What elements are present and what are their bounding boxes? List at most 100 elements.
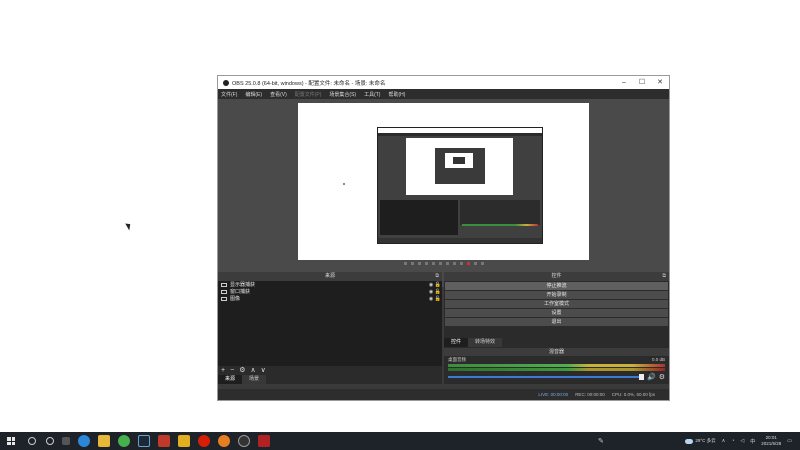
undock-icon[interactable]: ⧉ xyxy=(435,272,439,281)
gear-icon[interactable]: ⚙ xyxy=(659,373,665,381)
nested-menubar xyxy=(378,133,542,136)
obs-taskbar-icon[interactable] xyxy=(238,435,250,447)
notification-icon[interactable]: ▭ xyxy=(787,438,792,444)
add-source-button[interactable]: + xyxy=(221,367,225,374)
tab-sources[interactable]: 来源 xyxy=(218,375,243,384)
preview-canvas[interactable] xyxy=(298,103,589,260)
slider-knob[interactable] xyxy=(639,374,644,380)
nested-capture-image xyxy=(377,127,543,244)
close-button[interactable]: ✕ xyxy=(651,76,669,89)
ctrl-icon[interactable] xyxy=(410,262,414,265)
start-recording-button[interactable]: 开始录制 xyxy=(445,291,668,299)
lock-icon[interactable]: 🔓 xyxy=(434,289,442,295)
nested-inner-window xyxy=(453,157,465,164)
list-item[interactable]: 图像 ◉ 🔓 xyxy=(218,295,442,302)
network-icon[interactable]: ◔ xyxy=(731,438,734,444)
obs-window: OBS 25.0.8 (64-bit, windows) - 配置文件: 未命名… xyxy=(217,75,670,401)
app-darkred-icon[interactable] xyxy=(258,435,270,447)
stop-streaming-button[interactable]: 停止推流 xyxy=(445,282,668,290)
move-down-button[interactable]: ∨ xyxy=(261,366,266,374)
undock-icon[interactable]: ⧉ xyxy=(662,272,666,281)
ctrl-icon[interactable] xyxy=(403,262,407,265)
netease-music-icon[interactable] xyxy=(198,435,210,447)
start-button[interactable] xyxy=(4,434,18,448)
nested-controls-panel xyxy=(460,200,540,225)
ctrl-icon[interactable] xyxy=(431,262,435,265)
menu-file[interactable]: 文件(F) xyxy=(221,91,237,98)
move-up-button[interactable]: ∧ xyxy=(250,366,255,374)
cortana-icon[interactable] xyxy=(46,437,54,445)
menu-edit[interactable]: 编辑(E) xyxy=(245,91,262,98)
weather-text: 29°C 多云 xyxy=(695,438,716,443)
audio-mixer: 桌面音频 0.0 dB 🔊 ⚙ xyxy=(444,356,669,384)
lock-icon[interactable]: 🔓 xyxy=(434,282,442,288)
ctrl-icon[interactable] xyxy=(452,262,456,265)
ime-icon[interactable]: 中 xyxy=(750,438,755,445)
controls-buttons: 停止推流 开始录制 工作室模式 设置 退出 xyxy=(445,282,668,327)
ctrl-icon[interactable] xyxy=(480,262,484,265)
controls-tabs: 控件 转场特效 xyxy=(444,338,503,347)
nested-statusbar xyxy=(378,238,542,243)
task-view-icon[interactable] xyxy=(62,437,70,445)
minimize-button[interactable]: – xyxy=(615,76,633,89)
image-icon xyxy=(221,296,227,301)
sources-header: 来源 ⧉ xyxy=(218,272,442,281)
live-status: LIVE: 00:00:00 xyxy=(538,392,569,397)
track-db: 0.0 dB xyxy=(651,357,665,362)
window-icon xyxy=(221,289,227,294)
ctrl-icon[interactable] xyxy=(466,262,470,265)
app-yellow-icon[interactable] xyxy=(178,435,190,447)
edge-icon[interactable] xyxy=(78,435,90,447)
menu-tools[interactable]: 工具(T) xyxy=(364,91,380,98)
ctrl-icon[interactable] xyxy=(417,262,421,265)
clock[interactable]: 20:01 2021/6/28 xyxy=(761,435,781,447)
tab-controls[interactable]: 控件 xyxy=(444,338,469,347)
volume-meter-left xyxy=(448,364,665,367)
source-label: 显示器捕获 xyxy=(230,282,256,288)
list-item[interactable]: 显示器捕获 ◉ 🔓 xyxy=(218,281,442,288)
source-label: 图像 xyxy=(230,296,241,302)
ctrl-icon[interactable] xyxy=(424,262,428,265)
chevron-up-icon[interactable]: ∧ xyxy=(722,438,726,444)
volume-icon[interactable]: ◁ xyxy=(740,438,744,444)
speaker-icon[interactable]: 🔊 xyxy=(647,373,656,381)
nested-inner-canvas xyxy=(445,153,473,168)
sources-header-label: 来源 xyxy=(324,273,335,279)
menu-help[interactable]: 帮助(H) xyxy=(388,91,405,98)
monitor-icon xyxy=(221,282,227,287)
lock-icon[interactable]: 🔓 xyxy=(434,296,442,302)
settings-button[interactable]: 设置 xyxy=(445,309,668,317)
volume-slider[interactable] xyxy=(448,374,644,380)
ctrl-icon[interactable] xyxy=(445,262,449,265)
weather-widget[interactable]: 29°C 多云 xyxy=(685,438,716,444)
exit-button[interactable]: 退出 xyxy=(445,318,668,326)
source-settings-button[interactable]: ⚙ xyxy=(239,366,245,374)
sources-tabs: 来源 场景 xyxy=(218,375,267,384)
mouse-cursor xyxy=(125,221,133,231)
clock-date: 2021/6/28 xyxy=(761,441,782,446)
list-item[interactable]: 窗口捕获 ◉ 🔓 xyxy=(218,288,442,295)
maximize-button[interactable]: ☐ xyxy=(633,76,651,89)
cpu-status: CPU: 0.0%, 60.00 fps xyxy=(611,392,655,397)
studio-mode-button[interactable]: 工作室模式 xyxy=(445,300,668,308)
tab-scenes[interactable]: 场景 xyxy=(242,375,267,384)
file-explorer-icon[interactable] xyxy=(98,435,110,447)
track-name: 桌面音频 xyxy=(448,357,466,362)
ctrl-icon[interactable] xyxy=(459,262,463,265)
ctrl-icon[interactable] xyxy=(438,262,442,265)
app-red-icon[interactable] xyxy=(158,435,170,447)
menu-view[interactable]: 查看(V) xyxy=(270,91,287,98)
nested-canvas xyxy=(406,138,513,195)
menu-profile[interactable]: 配置文件(P) xyxy=(295,91,322,98)
steam-icon[interactable] xyxy=(138,435,150,447)
ctrl-icon[interactable] xyxy=(473,262,477,265)
pen-icon[interactable]: ✎ xyxy=(598,437,604,445)
app-green-icon[interactable] xyxy=(118,435,130,447)
tab-transitions[interactable]: 转场特效 xyxy=(468,338,503,347)
menu-scene-collection[interactable]: 场景集合(S) xyxy=(329,91,356,98)
controls-header: 控件 ⧉ xyxy=(444,272,669,281)
controls-header-label: 控件 xyxy=(551,273,562,279)
search-icon[interactable] xyxy=(28,437,36,445)
app-orange-icon[interactable] xyxy=(218,435,230,447)
remove-source-button[interactable]: − xyxy=(230,367,234,374)
